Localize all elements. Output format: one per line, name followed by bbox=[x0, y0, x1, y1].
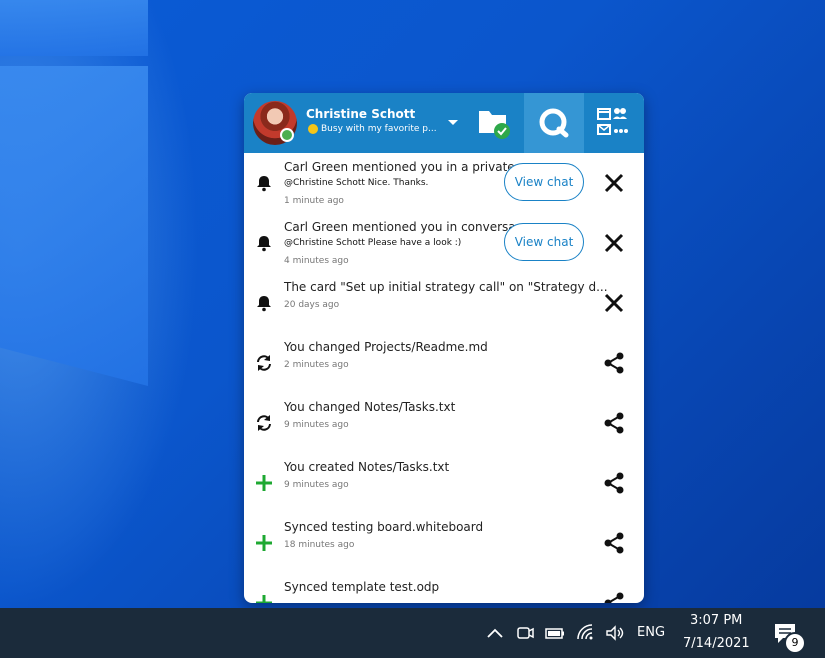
input-language[interactable]: ENG bbox=[637, 625, 665, 640]
search-icon bbox=[539, 108, 569, 138]
emoji-icon bbox=[308, 124, 318, 134]
battery-icon[interactable] bbox=[544, 622, 566, 644]
list-item[interactable]: Synced testing board.whiteboard 18 minut… bbox=[244, 513, 644, 573]
item-title: You created Notes/Tasks.txt bbox=[284, 460, 450, 474]
windows-logo-pane-top bbox=[0, 0, 148, 56]
windows-logo-pane-bottom bbox=[0, 66, 148, 386]
item-subtitle: @Christine Schott Nice. Thanks. bbox=[284, 178, 429, 188]
item-title: The card "Set up initial strategy call" … bbox=[284, 280, 608, 294]
meet-now-icon[interactable] bbox=[514, 622, 536, 644]
plus-icon bbox=[256, 535, 272, 551]
list-item[interactable]: The card "Set up initial strategy call" … bbox=[244, 273, 644, 333]
item-title: Carl Green mentioned you in a private... bbox=[284, 160, 527, 174]
close-icon[interactable] bbox=[602, 231, 626, 255]
notification-list[interactable]: Carl Green mentioned you in a private...… bbox=[244, 153, 644, 603]
sync-icon bbox=[257, 355, 271, 371]
list-item[interactable]: Carl Green mentioned you in a private...… bbox=[244, 153, 644, 213]
item-subtitle: @Christine Schott Please have a look :) bbox=[284, 238, 462, 248]
folder-sync-icon[interactable] bbox=[470, 103, 514, 143]
share-icon[interactable] bbox=[602, 591, 626, 603]
search-button[interactable] bbox=[524, 93, 584, 153]
plus-icon bbox=[256, 475, 272, 491]
bell-icon bbox=[257, 296, 271, 312]
volume-icon[interactable] bbox=[604, 622, 626, 644]
list-item[interactable]: You changed Notes/Tasks.txt 9 minutes ag… bbox=[244, 393, 644, 453]
share-icon[interactable] bbox=[602, 351, 626, 375]
view-chat-button[interactable]: View chat bbox=[504, 223, 584, 261]
notification-count-badge: 9 bbox=[784, 632, 806, 654]
apps-menu-icon[interactable] bbox=[586, 101, 638, 145]
list-item[interactable]: You created Notes/Tasks.txt 9 minutes ag… bbox=[244, 453, 644, 513]
online-status-dot bbox=[280, 128, 294, 142]
wifi-icon[interactable] bbox=[575, 622, 597, 644]
user-status[interactable]: Busy with my favorite p... bbox=[308, 124, 437, 134]
item-title: Carl Green mentioned you in conversa... bbox=[284, 220, 528, 234]
clock-time[interactable]: 3:07 PM bbox=[690, 613, 742, 628]
bell-icon bbox=[257, 176, 271, 192]
close-icon[interactable] bbox=[602, 171, 626, 195]
item-title: You changed Projects/Readme.md bbox=[284, 340, 488, 354]
view-chat-button[interactable]: View chat bbox=[504, 163, 584, 201]
user-status-text: Busy with my favorite p... bbox=[321, 124, 437, 134]
chevron-down-icon[interactable] bbox=[446, 115, 460, 129]
taskbar: ENG 3:07 PM 7/14/2021 9 bbox=[0, 608, 825, 658]
close-icon[interactable] bbox=[602, 291, 626, 315]
share-icon[interactable] bbox=[602, 471, 626, 495]
share-icon[interactable] bbox=[602, 531, 626, 555]
bell-icon bbox=[257, 236, 271, 252]
item-time: 9 minutes ago bbox=[284, 480, 349, 490]
share-icon[interactable] bbox=[602, 411, 626, 435]
chevron-up-icon[interactable] bbox=[484, 622, 506, 644]
notification-panel: Christine Schott Busy with my favorite p… bbox=[244, 93, 644, 603]
list-item[interactable]: Synced template test.odp bbox=[244, 573, 644, 603]
sync-icon bbox=[257, 415, 271, 431]
item-time: 1 minute ago bbox=[284, 196, 344, 206]
item-time: 9 minutes ago bbox=[284, 420, 349, 430]
item-time: 4 minutes ago bbox=[284, 256, 349, 266]
plus-icon bbox=[256, 595, 272, 603]
clock-date[interactable]: 7/14/2021 bbox=[683, 636, 750, 651]
item-title: You changed Notes/Tasks.txt bbox=[284, 400, 456, 414]
user-name: Christine Schott bbox=[306, 107, 416, 121]
item-time: 20 days ago bbox=[284, 300, 340, 310]
item-title: Synced template test.odp bbox=[284, 580, 440, 594]
list-item[interactable]: You changed Projects/Readme.md 2 minutes… bbox=[244, 333, 644, 393]
item-time: 2 minutes ago bbox=[284, 360, 349, 370]
list-item[interactable]: Carl Green mentioned you in conversa... … bbox=[244, 213, 644, 273]
panel-header: Christine Schott Busy with my favorite p… bbox=[244, 93, 644, 153]
item-title: Synced testing board.whiteboard bbox=[284, 520, 484, 534]
item-time: 18 minutes ago bbox=[284, 540, 355, 550]
